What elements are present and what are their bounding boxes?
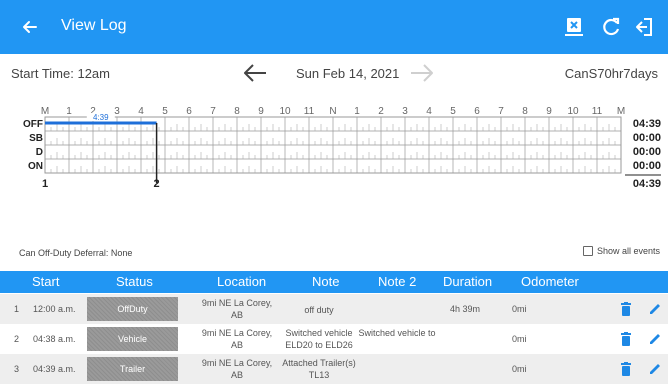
row-number: 1 xyxy=(14,304,20,314)
hour-label: 1 xyxy=(66,106,72,117)
graph-svg: M 1 2 3 4 5 6 7 8 9 10 11 N 1 2 3 4 5 6 7 8 9 10 11 M OFF SB D ON 04:… xyxy=(23,106,661,190)
status-total: 00:00 xyxy=(633,132,661,144)
edit-icon[interactable] xyxy=(648,362,662,376)
row-odometer: 0mi xyxy=(512,304,527,314)
row-note2: Switched vehicle to xyxy=(358,328,436,338)
deferral-text: Can Off-Duty Deferral: None xyxy=(19,248,133,258)
hour-label: 8 xyxy=(234,106,240,117)
col-duration: Duration xyxy=(443,274,493,289)
row-note: Attached Trailer(s) TL13 xyxy=(282,358,356,380)
hour-label: 6 xyxy=(474,106,480,117)
row-start: 04:39 a.m. xyxy=(33,364,76,374)
event-marker-right: 2 xyxy=(154,178,160,190)
hour-label: 11 xyxy=(304,106,315,117)
col-start: Start xyxy=(32,274,60,289)
edit-icon[interactable] xyxy=(648,302,662,316)
status-label: ON xyxy=(28,161,43,172)
inspection-icon[interactable] xyxy=(563,16,585,38)
status-label: SB xyxy=(29,133,43,144)
status-label: OFF xyxy=(23,119,43,130)
table-row[interactable]: 1 12:00 a.m. OffDuty 9mi NE La Corey, AB… xyxy=(0,294,668,324)
previous-day-arrow-icon[interactable] xyxy=(242,61,268,85)
delete-icon[interactable] xyxy=(620,362,632,376)
hour-label: 3 xyxy=(402,106,408,117)
status-total: 04:39 xyxy=(633,118,661,130)
hour-label: 5 xyxy=(162,106,168,117)
row-location: 9mi NE La Corey, AB xyxy=(201,328,273,350)
table-header: Start Status Location Note Note 2 Durati… xyxy=(0,271,668,293)
col-location: Location xyxy=(217,274,267,289)
logout-icon[interactable] xyxy=(634,16,656,38)
log-date: Sun Feb 14, 2021 xyxy=(296,66,400,81)
hour-label: 10 xyxy=(567,106,579,117)
hour-label: 8 xyxy=(522,106,528,117)
hour-label: 10 xyxy=(279,106,291,117)
log-header: Start Time: 12am Sun Feb 14, 2021 CanS70… xyxy=(0,54,668,92)
row-start: 04:38 a.m. xyxy=(33,334,76,344)
row-odometer: 0mi xyxy=(512,364,527,374)
hour-label: 6 xyxy=(186,106,192,117)
next-day-arrow-icon[interactable] xyxy=(409,61,435,85)
row-note: Switched vehicle ELD20 to ELD26 xyxy=(285,328,353,350)
hour-label: 7 xyxy=(498,106,504,117)
row-odometer: 0mi xyxy=(512,334,527,344)
duty-status-graph: M 1 2 3 4 5 6 7 8 9 10 11 N 1 2 3 4 5 6 7 8 9 10 11 M OFF SB D ON 04:… xyxy=(0,95,668,245)
row-number: 3 xyxy=(14,364,20,374)
app-bar: View Log xyxy=(0,0,668,54)
hour-label: N xyxy=(329,106,336,117)
hour-label: 3 xyxy=(114,106,120,117)
start-time: Start Time: 12am xyxy=(11,66,110,81)
hour-label: M xyxy=(617,106,625,117)
show-all-events-toggle[interactable]: Show all events xyxy=(583,246,660,256)
back-arrow-icon[interactable] xyxy=(20,17,40,37)
hour-label: 5 xyxy=(450,106,456,117)
status-total: 00:00 xyxy=(633,160,661,172)
delete-icon[interactable] xyxy=(620,332,632,346)
col-note2: Note 2 xyxy=(378,274,417,289)
event-marker-left: 1 xyxy=(42,178,48,190)
row-location: 9mi NE La Corey, AB xyxy=(201,298,273,320)
row-note: off duty xyxy=(304,305,334,315)
row-status: OffDuty xyxy=(87,297,178,321)
page-title: View Log xyxy=(61,17,127,34)
row-location: 9mi NE La Corey, AB xyxy=(201,358,273,380)
hour-label: M xyxy=(41,106,49,117)
ruleset: CanS70hr7days xyxy=(564,66,658,81)
hour-label: 1 xyxy=(354,106,360,117)
row-status: Vehicle xyxy=(87,327,178,351)
row-number: 2 xyxy=(14,334,20,344)
checkbox[interactable] xyxy=(583,246,593,256)
delete-icon[interactable] xyxy=(620,302,632,316)
hour-label: 9 xyxy=(546,106,552,117)
row-status: Trailer xyxy=(87,357,178,381)
hour-label: 2 xyxy=(378,106,384,117)
hour-label: 9 xyxy=(258,106,264,117)
col-note: Note xyxy=(312,274,340,289)
row-start: 12:00 a.m. xyxy=(33,304,76,314)
hour-label: 11 xyxy=(592,106,603,117)
hour-label: 4 xyxy=(138,106,144,117)
hour-label: 4 xyxy=(426,106,432,117)
grand-total: 04:39 xyxy=(633,178,661,190)
col-status: Status xyxy=(116,274,153,289)
duration-bubble-text: 4:39 xyxy=(93,113,109,122)
refresh-icon[interactable] xyxy=(600,16,622,38)
status-label: D xyxy=(36,147,43,158)
table-row[interactable]: 3 04:39 a.m. Trailer 9mi NE La Corey, AB… xyxy=(0,354,668,384)
row-duration: 4h 39m xyxy=(450,304,481,314)
edit-icon[interactable] xyxy=(648,332,662,346)
table-row[interactable]: 2 04:38 a.m. Vehicle 9mi NE La Corey, AB… xyxy=(0,324,668,354)
hour-label: 7 xyxy=(210,106,216,117)
show-all-label: Show all events xyxy=(597,246,661,256)
col-odometer: Odometer xyxy=(521,274,579,289)
status-total: 00:00 xyxy=(633,146,661,158)
